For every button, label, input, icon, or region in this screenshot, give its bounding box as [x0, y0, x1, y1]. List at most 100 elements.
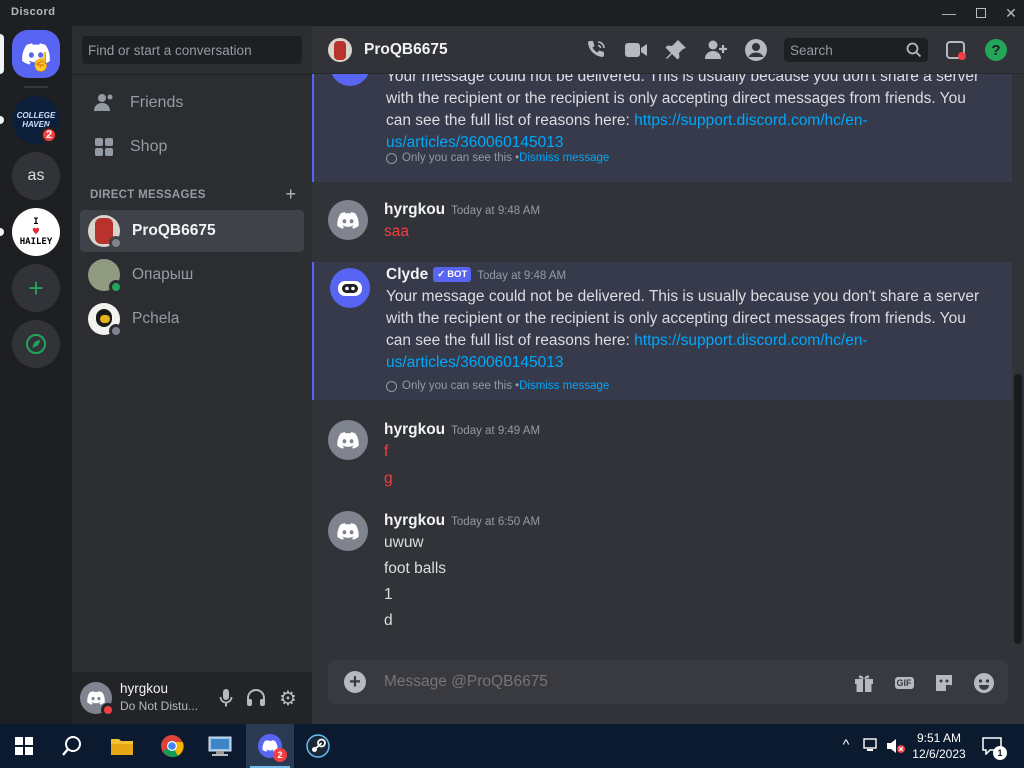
- gift-icon: [855, 675, 873, 692]
- eye-icon: [386, 380, 397, 392]
- dm-item-pchela[interactable]: Pchela: [80, 298, 304, 340]
- avatar[interactable]: [80, 682, 115, 717]
- chrome-icon: [161, 735, 184, 758]
- volume-button[interactable]: [886, 736, 906, 756]
- mute-button[interactable]: [214, 686, 238, 710]
- sticker-button[interactable]: [932, 671, 956, 695]
- taskbar-clock[interactable]: 9:51 AM 12/6/2023: [906, 730, 972, 762]
- nav-shop[interactable]: Shop: [80, 126, 304, 168]
- video-call-button[interactable]: [624, 38, 648, 62]
- home-button[interactable]: ☝: [12, 30, 60, 78]
- search-input[interactable]: Search: [784, 38, 928, 62]
- dismiss-message-link[interactable]: Dismiss message: [519, 152, 609, 164]
- scrollbar-thumb[interactable]: [1014, 374, 1022, 644]
- composer-area: + GIF: [312, 654, 1024, 724]
- message-input[interactable]: [384, 672, 824, 692]
- taskbar-badge: 2: [273, 748, 287, 762]
- microphone-icon: [219, 689, 233, 707]
- discord-logo-icon: [337, 431, 359, 449]
- emoji-icon: [974, 673, 994, 693]
- message-author[interactable]: hyrgkou Today at 9:49 AM: [384, 421, 540, 439]
- message-timestamp: Today at 6:50 AM: [451, 516, 541, 528]
- help-icon: ?: [985, 39, 1007, 61]
- dm-name: Опарыш: [132, 266, 194, 283]
- upload-button[interactable]: +: [344, 671, 366, 693]
- search-icon: [62, 736, 81, 756]
- message-text: foot balls: [384, 560, 447, 577]
- ephemeral-note: Only you can see this • Dismiss message: [386, 152, 609, 164]
- unread-indicator: [0, 228, 4, 236]
- message-content: Your message could not be delivered. Thi…: [386, 286, 986, 374]
- avatar[interactable]: [328, 420, 368, 460]
- add-friends-to-dm-button[interactable]: [704, 38, 728, 62]
- emoji-button[interactable]: [972, 671, 996, 695]
- minimize-button[interactable]: —: [934, 0, 964, 26]
- avatar: [88, 303, 123, 338]
- start-button[interactable]: [0, 724, 48, 768]
- taskbar-file-explorer[interactable]: [98, 724, 146, 768]
- nav-friends[interactable]: Friends: [80, 82, 304, 124]
- taskbar-discord[interactable]: 2: [246, 724, 294, 768]
- clyde-message: Your message could not be delivered. Thi…: [312, 74, 1012, 182]
- dm-item-proqb6675[interactable]: ProQB6675: [80, 210, 304, 252]
- taskbar-steam[interactable]: [294, 724, 342, 768]
- pinned-messages-button[interactable]: [664, 38, 688, 62]
- action-center-button[interactable]: 1: [980, 734, 1007, 760]
- server-as[interactable]: as: [12, 152, 60, 200]
- dismiss-message-link[interactable]: Dismiss message: [519, 380, 609, 392]
- message-text: d: [384, 612, 393, 629]
- plus-icon: +: [285, 184, 296, 204]
- chat-header: ProQB6675 Search ?: [312, 26, 1024, 74]
- window-title-bar: Discord — ✕: [0, 0, 1024, 26]
- close-window-button[interactable]: ✕: [996, 0, 1024, 26]
- divider: [72, 74, 312, 75]
- server-rail: ☝ COLLEGE HAVEN 2 as I ♥ HAILEY +: [0, 26, 72, 724]
- gift-button[interactable]: [852, 671, 876, 695]
- compass-icon: [26, 334, 46, 354]
- online-status-icon: [109, 280, 123, 294]
- bot-badge: ✓ BOT: [433, 267, 472, 282]
- only-you-note: Only you can see this •: [402, 152, 520, 164]
- inbox-button[interactable]: [944, 38, 968, 62]
- explore-servers-button[interactable]: [12, 320, 60, 368]
- taskbar-network-app[interactable]: [196, 724, 244, 768]
- avatar[interactable]: [328, 511, 368, 551]
- create-dm-button[interactable]: +: [285, 184, 296, 205]
- taskbar-chrome[interactable]: [148, 724, 196, 768]
- close-icon: ✕: [1005, 4, 1017, 21]
- ephemeral-note: Only you can see this • Dismiss message: [386, 380, 609, 392]
- message-text: 1: [384, 586, 393, 603]
- message-author[interactable]: hyrgkou Today at 9:48 AM: [384, 201, 540, 219]
- selected-indicator: [0, 34, 4, 74]
- pin-icon: [665, 40, 686, 60]
- network-status-button[interactable]: [862, 736, 882, 756]
- find-conversation-button[interactable]: Find or start a conversation: [82, 36, 302, 64]
- user-settings-button[interactable]: ⚙: [276, 686, 300, 710]
- svg-text:?: ?: [991, 42, 1000, 59]
- server-i-hailey[interactable]: I ♥ HAILEY: [12, 208, 60, 256]
- volume-muted-icon: [887, 739, 905, 753]
- gif-button[interactable]: GIF: [892, 671, 916, 695]
- dm-item-oparysh[interactable]: Опарыш: [80, 254, 304, 296]
- add-server-button[interactable]: +: [12, 264, 60, 312]
- robot-icon: [338, 281, 362, 296]
- clyde-avatar[interactable]: [330, 268, 370, 308]
- dm-name: ProQB6675: [132, 222, 216, 239]
- message-author[interactable]: hyrgkou Today at 6:50 AM: [384, 512, 540, 530]
- direct-messages-header: DIRECT MESSAGES: [90, 189, 206, 201]
- taskbar-search-button[interactable]: [48, 724, 96, 768]
- avatar[interactable]: [328, 200, 368, 240]
- deafen-button[interactable]: [244, 686, 268, 710]
- windows-taskbar: 2 ^ 9:51 AM 12/6/2023 1: [0, 724, 1024, 768]
- discord-logo-icon: [337, 211, 359, 229]
- show-user-profile-button[interactable]: [744, 38, 768, 62]
- message-author[interactable]: Clyde ✓ BOT Today at 9:48 AM: [386, 266, 566, 284]
- maximize-button[interactable]: [966, 0, 996, 26]
- show-hidden-icons-button[interactable]: ^: [836, 736, 856, 756]
- message-list: Your message could not be delivered. Thi…: [312, 74, 1012, 654]
- user-message: hyrgkou Today at 9:49 AM f g: [312, 416, 1012, 498]
- help-button[interactable]: ?: [984, 38, 1008, 62]
- voice-call-button[interactable]: [584, 38, 608, 62]
- chat-scrollbar[interactable]: [1012, 74, 1024, 654]
- message-text: uwuw: [384, 534, 424, 551]
